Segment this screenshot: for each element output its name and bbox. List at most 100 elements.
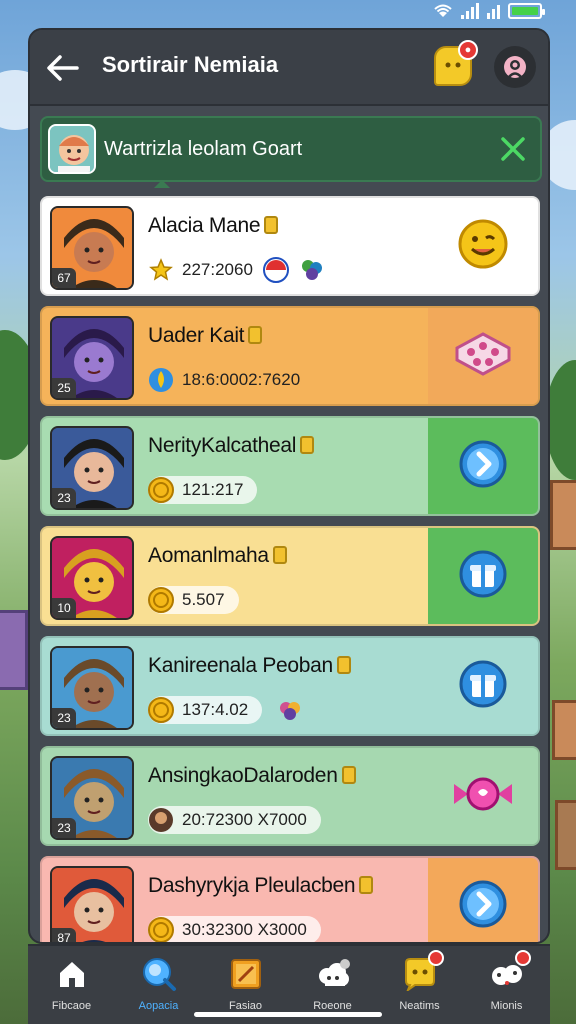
player-name: Dashyrykja Pleulacben [148, 874, 374, 898]
nav-item-search[interactable]: Aopacia [115, 946, 202, 1024]
player-name: Alacia Mane [148, 214, 279, 238]
ball-icon [262, 256, 289, 283]
rank-badge-icon [336, 656, 351, 674]
home-icon [54, 956, 90, 992]
player-row[interactable]: 10 Aomanlmaha 5.507 [40, 526, 540, 626]
cloud-icon [315, 956, 351, 992]
rank-badge-icon [264, 216, 279, 234]
player-name: AnsingkaoDalaroden [148, 764, 356, 788]
notice-banner[interactable]: Wartrizla leolam Goart [40, 116, 542, 182]
player-score: 18:6:0002:7620 [148, 366, 314, 394]
level-badge: 10 [52, 598, 76, 618]
profile-icon [504, 56, 526, 78]
avatar-icon [148, 807, 174, 833]
rank-badge-icon [341, 766, 356, 784]
player-avatar[interactable]: 23 [50, 646, 134, 730]
notification-badge [427, 950, 444, 966]
nav-label: Fibcaoe [51, 1000, 92, 1012]
smiley-icon [456, 217, 510, 276]
score-value: 227:2060 [182, 260, 253, 279]
nav-item-chat[interactable]: Neatims [376, 946, 463, 1024]
score-value: 18:6:0002:7620 [182, 370, 301, 389]
player-action-button[interactable] [428, 418, 538, 514]
player-score: 121:217 [148, 476, 258, 504]
leaderboard-panel: Sortirair Nemiaia ● Wartrizla leolam Goa… [28, 28, 550, 944]
player-avatar[interactable]: 10 [50, 536, 134, 620]
coin-icon [148, 697, 174, 723]
rank-badge-icon [300, 436, 315, 454]
player-avatar[interactable]: 23 [50, 426, 134, 510]
banner-text: Wartrizla leolam Goart [104, 138, 303, 160]
chat-button[interactable]: ● [434, 40, 478, 86]
nav-item-group[interactable]: Mionis [463, 946, 550, 1024]
player-score: 5.507 [148, 586, 239, 614]
player-avatar[interactable]: 87 [50, 866, 134, 942]
player-name: Aomanlmaha [148, 544, 287, 568]
score-value: 30:32300 X3000 [182, 920, 307, 939]
score-value: 5.507 [182, 590, 225, 609]
rank-badge-icon [359, 876, 374, 894]
battery-icon [508, 3, 545, 19]
player-action-button[interactable] [428, 528, 538, 624]
chat-icon [402, 950, 444, 992]
status-bar [0, 0, 576, 24]
score-value: 121:217 [182, 480, 244, 499]
nav-label: Roeone [313, 1000, 352, 1012]
rank-badge-icon [272, 546, 287, 564]
player-avatar[interactable]: 25 [50, 316, 134, 400]
notification-badge [514, 950, 531, 966]
nav-item-home[interactable]: Fibcaoe [28, 946, 115, 1024]
dice-icon [453, 330, 513, 383]
header: Sortirair Nemiaia ● [30, 30, 548, 106]
search-icon [141, 956, 177, 992]
player-avatar[interactable]: 23 [50, 756, 134, 840]
profile-button[interactable] [494, 46, 536, 88]
nav-label: Neatims [399, 1000, 440, 1012]
player-row[interactable]: 67 Alacia Mane 227:2060 [40, 196, 540, 296]
level-badge: 67 [52, 268, 76, 288]
level-badge: 25 [52, 378, 76, 398]
player-row[interactable]: 23 AnsingkaoDalaroden 20:72300 X7000 [40, 746, 540, 846]
player-name: NerityKalcatheal [148, 434, 315, 458]
player-action-button[interactable] [428, 198, 538, 294]
wifi-icon [434, 4, 452, 17]
level-badge: 87 [52, 928, 76, 942]
gift-icon [458, 659, 508, 714]
player-row[interactable]: 23 NerityKalcatheal 121:217 [40, 416, 540, 516]
character-portrait-icon [50, 126, 94, 172]
gems-icon [298, 256, 322, 280]
signal-secondary-icon [487, 3, 500, 19]
nav-label: Fasiao [228, 1000, 263, 1012]
player-action-button[interactable] [428, 308, 538, 404]
coin-icon [148, 917, 174, 942]
coin-icon [148, 477, 174, 503]
player-action-button[interactable] [428, 748, 538, 844]
player-list: 67 Alacia Mane 227:2060 25 Uader Kait 18… [40, 196, 542, 942]
player-score: 30:32300 X3000 [148, 916, 321, 942]
player-action-button[interactable] [428, 858, 538, 942]
group-icon [489, 950, 531, 992]
level-badge: 23 [52, 488, 76, 508]
banner-close-button[interactable] [496, 132, 530, 166]
arrow-left-icon [47, 55, 79, 81]
back-button[interactable] [44, 50, 80, 86]
star-icon [148, 257, 174, 283]
score-value: 137:4.02 [182, 700, 249, 719]
gift-icon [458, 549, 508, 604]
player-score: 20:72300 X7000 [148, 806, 321, 834]
nav-label: Mionis [490, 1000, 523, 1012]
player-row[interactable]: 25 Uader Kait 18:6:0002:7620 [40, 306, 540, 406]
home-indicator[interactable] [194, 1012, 382, 1017]
page-title: Sortirair Nemiaia [102, 52, 279, 77]
player-action-button[interactable] [428, 638, 538, 734]
player-score: 137:4.02 [148, 696, 263, 724]
nav-label: Aopacia [138, 1000, 179, 1012]
arrow-right-icon [458, 439, 508, 494]
player-name: Uader Kait [148, 324, 263, 348]
rank-badge-icon [248, 326, 263, 344]
player-row[interactable]: 87 Dashyrykja Pleulacben 30:32300 X3000 [40, 856, 540, 942]
player-row[interactable]: 23 Kanireenala Peoban 137:4.02 [40, 636, 540, 736]
banner-avatar [48, 124, 96, 174]
player-avatar[interactable]: 67 [50, 206, 134, 290]
signal-icon [461, 3, 479, 19]
